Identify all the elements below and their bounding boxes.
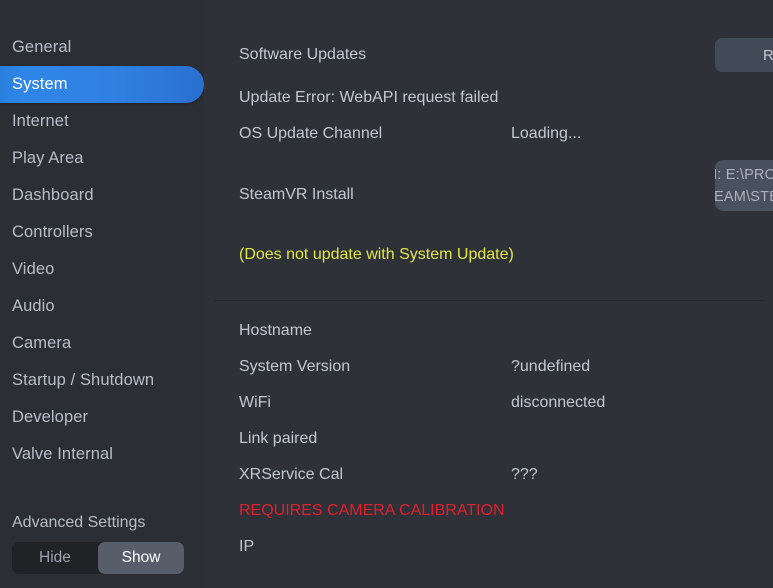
system-version-label: System Version	[239, 358, 351, 375]
sidebar-item-label: Controllers	[12, 223, 93, 241]
advanced-settings-block: Advanced Settings Hide Show	[12, 514, 192, 574]
system-settings-panel: Software Updates RETRY INSTALL Update Er…	[204, 0, 773, 588]
sidebar-item-label: Audio	[12, 297, 55, 315]
sidebar-item-label: Play Area	[12, 149, 84, 167]
settings-window: General System Internet Play Area Dashbo…	[0, 0, 773, 588]
advanced-settings-toggle[interactable]: Hide Show	[12, 542, 184, 574]
row-update-error: Update Error: WebAPI request failed	[239, 86, 773, 110]
steamvr-install-path-line1: M: E:\PROGRAM	[715, 167, 773, 183]
sidebar-item-play-area[interactable]: Play Area	[0, 140, 204, 177]
steamvr-install-path-line2: TEAM\STEAMAPPS\COMMON\STEA	[715, 189, 773, 205]
xrservice-cal-label: XRService Cal	[239, 466, 344, 483]
sidebar-item-internet[interactable]: Internet	[0, 103, 204, 140]
row-hostname: Hostname	[239, 319, 773, 343]
row-system-version: System Version ?undefined	[239, 355, 773, 379]
section-divider	[214, 300, 763, 301]
link-paired-label: Link paired	[239, 430, 318, 447]
sidebar-item-label: General	[12, 38, 72, 56]
sidebar-item-label: Internet	[12, 112, 69, 130]
sidebar-item-label: Video	[12, 260, 55, 278]
settings-sidebar: General System Internet Play Area Dashbo…	[0, 0, 204, 588]
row-os-update-channel: OS Update Channel Loading...	[239, 122, 773, 146]
wifi-label: WiFi	[239, 394, 271, 411]
row-steamvr-install: SteamVR Install	[239, 183, 773, 207]
advanced-settings-show-option[interactable]: Show	[98, 542, 184, 574]
software-updates-label: Software Updates	[239, 46, 367, 63]
system-version-value: ?undefined	[511, 358, 591, 375]
advanced-settings-hide-option[interactable]: Hide	[12, 542, 98, 574]
no-system-update-note: (Does not update with System Update)	[239, 246, 514, 263]
xrservice-cal-value: ???	[511, 466, 538, 483]
sidebar-item-video[interactable]: Video	[0, 251, 204, 288]
camera-calibration-warning: REQUIRES CAMERA CALIBRATION	[239, 502, 505, 519]
wifi-value: disconnected	[511, 394, 606, 411]
sidebar-item-audio[interactable]: Audio	[0, 288, 204, 325]
sidebar-item-label: Camera	[12, 334, 72, 352]
update-error-text: Update Error: WebAPI request failed	[239, 89, 499, 106]
os-update-channel-label: OS Update Channel	[239, 125, 383, 142]
row-ip: IP	[239, 535, 773, 559]
row-wifi: WiFi disconnected	[239, 391, 773, 415]
row-link-paired: Link paired	[239, 427, 773, 451]
sidebar-item-label: Dashboard	[12, 186, 94, 204]
steamvr-install-path-text: M: E:\PROGRAM TEAM\STEAMAPPS\COMMON\STEA	[715, 164, 773, 208]
ip-label: IP	[239, 538, 255, 555]
sidebar-item-system[interactable]: System	[0, 66, 204, 103]
sidebar-item-startup-shutdown[interactable]: Startup / Shutdown	[0, 362, 204, 399]
hostname-label: Hostname	[239, 322, 312, 339]
sidebar-item-camera[interactable]: Camera	[0, 325, 204, 362]
sidebar-item-label: Developer	[12, 408, 89, 426]
sidebar-item-label: Valve Internal	[12, 445, 114, 463]
sidebar-item-developer[interactable]: Developer	[0, 399, 204, 436]
os-update-channel-value: Loading...	[511, 125, 582, 142]
advanced-settings-label: Advanced Settings	[12, 514, 146, 531]
row-camera-calibration-warning: REQUIRES CAMERA CALIBRATION	[239, 499, 773, 523]
sidebar-item-valve-internal[interactable]: Valve Internal	[0, 436, 204, 473]
sidebar-item-dashboard[interactable]: Dashboard	[0, 177, 204, 214]
sidebar-item-controllers[interactable]: Controllers	[0, 214, 204, 251]
steamvr-install-label: SteamVR Install	[239, 186, 354, 203]
retry-install-button[interactable]: RETRY INSTALL	[715, 38, 773, 72]
row-software-updates: Software Updates	[239, 43, 773, 67]
steamvr-install-path-field[interactable]: M: E:\PROGRAM TEAM\STEAMAPPS\COMMON\STEA	[715, 160, 773, 211]
sidebar-item-label: System	[12, 75, 68, 93]
sidebar-item-general[interactable]: General	[0, 29, 204, 66]
row-xrservice-cal: XRService Cal ???	[239, 463, 773, 487]
sidebar-item-label: Startup / Shutdown	[12, 371, 155, 389]
sidebar-nav-list: General System Internet Play Area Dashbo…	[0, 29, 204, 473]
row-system-update-note: (Does not update with System Update)	[239, 243, 773, 267]
